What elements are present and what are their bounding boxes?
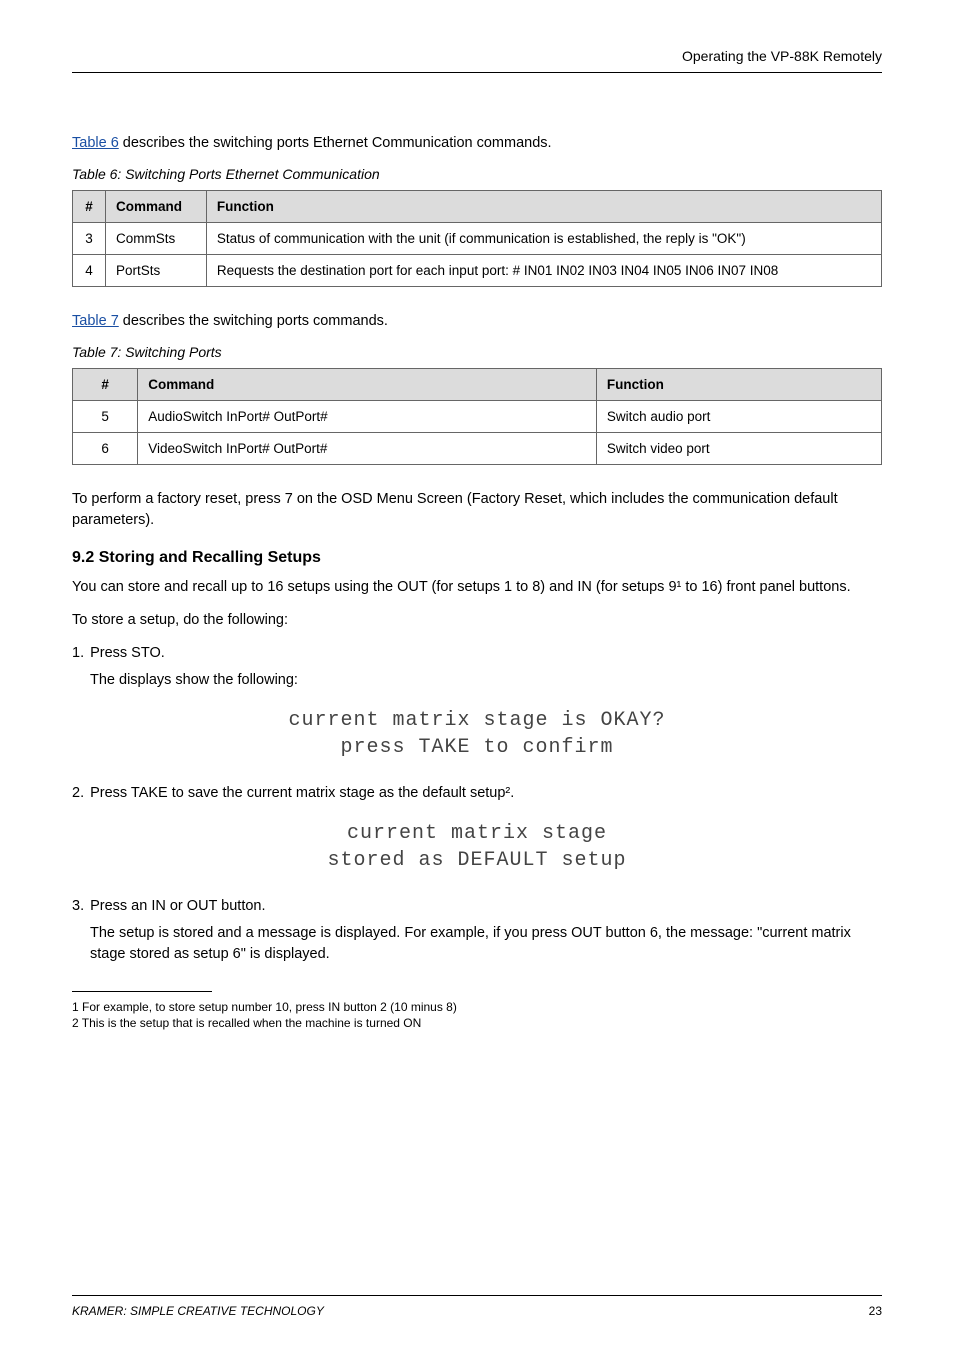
table6-header-cmd: Command <box>106 191 207 223</box>
step-1: 1.Press STO. The displays show the follo… <box>90 643 882 691</box>
table6-cell-cmd: PortSts <box>106 255 207 287</box>
table7-cell-func: Switch video port <box>596 433 881 465</box>
step-1-sub: The displays show the following: <box>90 670 298 691</box>
table6-cell-num: 3 <box>73 223 106 255</box>
table7-cell-cmd: AudioSwitch InPort# OutPort# <box>138 401 597 433</box>
table7-header-cmd: Command <box>138 369 597 401</box>
lcd-block-2: current matrix stage stored as DEFAULT s… <box>72 822 882 872</box>
table6-header-func: Function <box>206 191 881 223</box>
lcd-line: current matrix stage <box>72 822 882 845</box>
para-factory-reset: To perform a factory reset, press 7 on t… <box>72 489 882 531</box>
step-2: 2.Press TAKE to save the current matrix … <box>90 783 882 804</box>
table7-cell-num: 6 <box>73 433 138 465</box>
table6-header-row: # Command Function <box>73 191 882 223</box>
link-table7[interactable]: Table 7 <box>72 313 119 329</box>
section-92-heading: 9.2 Storing and Recalling Setups <box>72 549 882 567</box>
table7-cell-num: 5 <box>73 401 138 433</box>
footer-left: KRAMER: SIMPLE CREATIVE TECHNOLOGY <box>72 1304 324 1318</box>
step-1-num: 1. <box>72 645 84 661</box>
footer-page-number: 23 <box>869 1304 882 1318</box>
link-table6[interactable]: Table 6 <box>72 135 119 151</box>
para-intro-table6-wrap: Table 6 describes the switching ports Et… <box>72 133 882 154</box>
lcd-line: current matrix stage is OKAY? <box>72 709 882 732</box>
para-intro-table6-rest: describes the switching ports Ethernet C… <box>119 135 552 151</box>
table6: # Command Function 3 CommSts Status of c… <box>72 190 882 287</box>
para-92-2: To store a setup, do the following: <box>72 610 882 631</box>
step-2-num: 2. <box>72 785 84 801</box>
table6-caption: Table 6: Switching Ports Ethernet Commun… <box>72 166 882 182</box>
table7-cell-cmd: VideoSwitch InPort# OutPort# <box>138 433 597 465</box>
lcd-block-1: current matrix stage is OKAY? press TAKE… <box>72 709 882 759</box>
table7-caption: Table 7: Switching Ports <box>72 344 882 360</box>
step-3-sub: The setup is stored and a message is dis… <box>90 923 882 965</box>
table6-cell-cmd: CommSts <box>106 223 207 255</box>
table6-row: 3 CommSts Status of communication with t… <box>73 223 882 255</box>
table7-header-num: # <box>73 369 138 401</box>
footnote-1: 1 For example, to store setup number 10,… <box>72 1000 882 1016</box>
table6-cell-func: Requests the destination port for each i… <box>206 255 881 287</box>
para-intro-table7-rest: describes the switching ports commands. <box>119 313 388 329</box>
table6-cell-num: 4 <box>73 255 106 287</box>
step-3: 3.Press an IN or OUT button. The setup i… <box>90 896 882 965</box>
table7-header-func: Function <box>596 369 881 401</box>
para-intro-table7-wrap: Table 7 describes the switching ports co… <box>72 311 882 332</box>
table7-header-row: # Command Function <box>73 369 882 401</box>
table7-row: 6 VideoSwitch InPort# OutPort# Switch vi… <box>73 433 882 465</box>
footnote-rule <box>72 991 212 992</box>
table7-row: 5 AudioSwitch InPort# OutPort# Switch au… <box>73 401 882 433</box>
header-rule <box>72 72 882 73</box>
step-3-text: Press an IN or OUT button. <box>90 898 265 914</box>
table6-header-num: # <box>73 191 106 223</box>
step-2-text: Press TAKE to save the current matrix st… <box>90 785 514 801</box>
table6-row: 4 PortSts Requests the destination port … <box>73 255 882 287</box>
lcd-line: press TAKE to confirm <box>72 736 882 759</box>
step-3-num: 3. <box>72 898 84 914</box>
header-title: Operating the VP-88K Remotely <box>72 48 882 64</box>
step-1-text: Press STO. <box>90 645 165 661</box>
page-footer: KRAMER: SIMPLE CREATIVE TECHNOLOGY 23 <box>72 1295 882 1318</box>
table7-cell-func: Switch audio port <box>596 401 881 433</box>
lcd-line: stored as DEFAULT setup <box>72 849 882 872</box>
para-92-1: You can store and recall up to 16 setups… <box>72 577 882 598</box>
table6-cell-func: Status of communication with the unit (i… <box>206 223 881 255</box>
table7: # Command Function 5 AudioSwitch InPort#… <box>72 368 882 465</box>
footnote-2: 2 This is the setup that is recalled whe… <box>72 1016 882 1032</box>
